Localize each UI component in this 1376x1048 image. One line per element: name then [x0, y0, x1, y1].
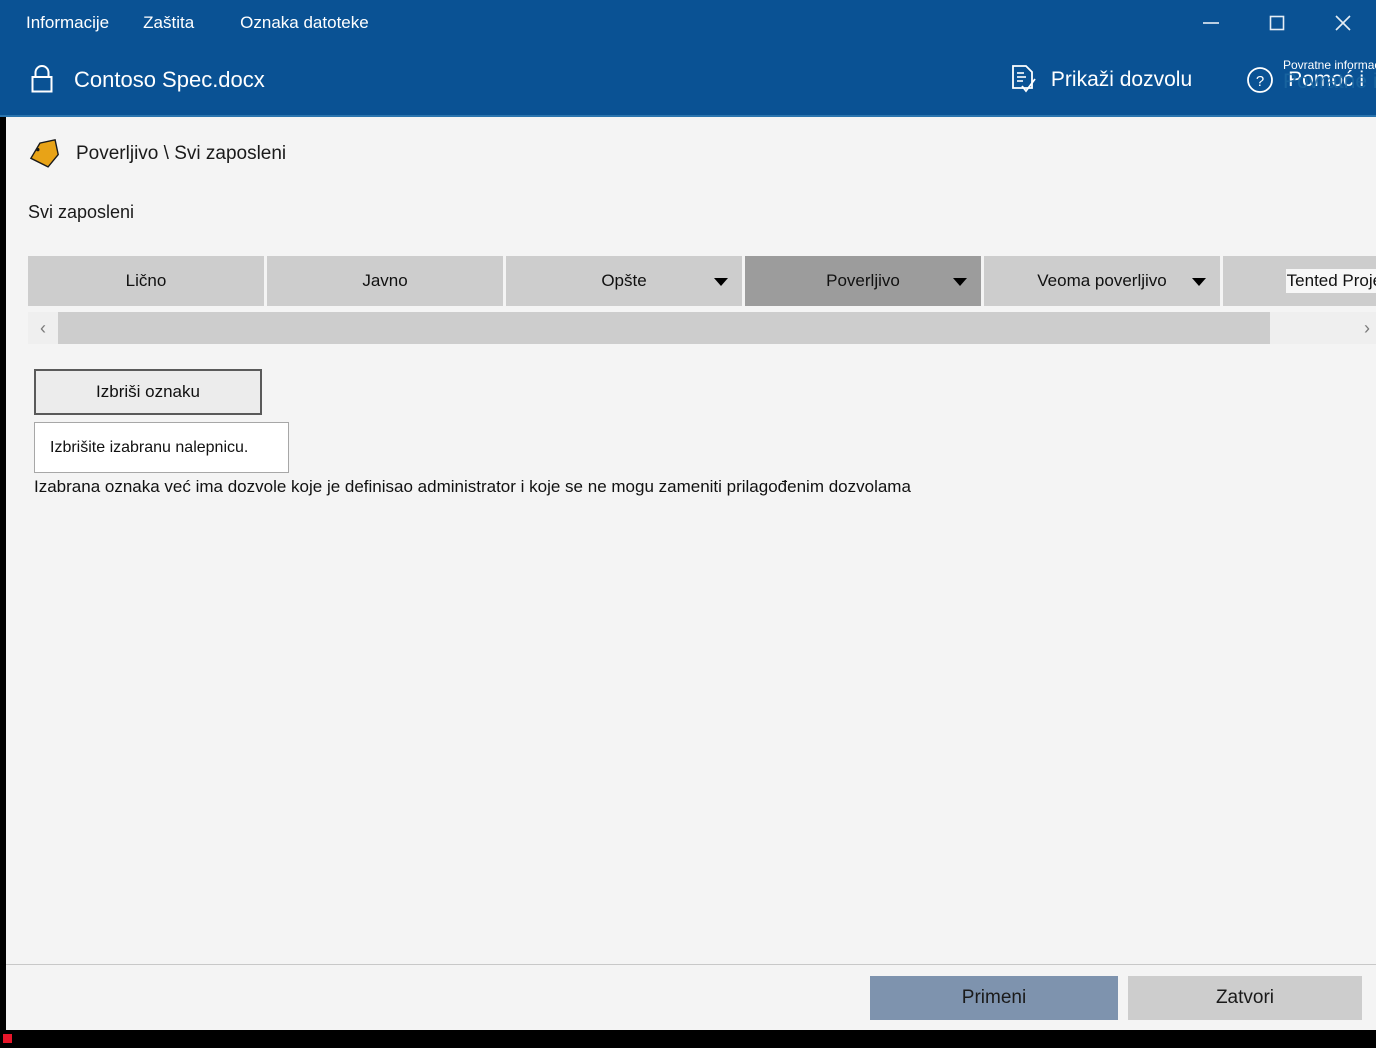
- sublabel-text: Svi zaposleni: [28, 202, 135, 222]
- close-button[interactable]: [1310, 0, 1376, 45]
- tab-opste[interactable]: Opšte: [506, 256, 742, 306]
- tab-veoma-poverljivo[interactable]: Veoma poverljivo: [984, 256, 1220, 306]
- scrollbar-thumb[interactable]: [58, 312, 1270, 344]
- current-label-row: Poverljivo \ Svi zaposleni: [28, 139, 286, 169]
- menu-bar: Informacije Zaštita Oznaka datoteke: [0, 0, 1180, 45]
- tab-tented-project[interactable]: Tented Project: [1223, 256, 1376, 306]
- tab-poverljivo[interactable]: Poverljivo: [745, 256, 981, 306]
- document-check-icon: [1005, 62, 1041, 98]
- tab-poverljivo-label: Poverljivo: [826, 271, 900, 290]
- tab-veoma-poverljivo-label: Veoma poverljivo: [1037, 271, 1167, 290]
- tag-icon: [28, 139, 62, 169]
- close-icon: [1331, 11, 1355, 35]
- permission-warning-text: Izabrana oznaka već ima dozvole koje je …: [34, 477, 911, 496]
- title-bar: Informacije Zaštita Oznaka datoteke Cont…: [0, 0, 1376, 117]
- menu-informacije[interactable]: Informacije: [16, 9, 119, 37]
- chevron-down-icon[interactable]: [714, 278, 728, 286]
- show-permission-label: Prikaži dozvolu: [1050, 68, 1193, 91]
- lock-icon: [22, 56, 62, 104]
- maximize-icon: [1266, 12, 1288, 34]
- chevron-left-icon[interactable]: ‹: [28, 312, 58, 344]
- current-label-path: Poverljivo \ Svi zaposleni: [76, 143, 287, 164]
- label-tab-strip: Lično Javno Opšte Poverljivo Veoma pover…: [28, 256, 1376, 306]
- svg-text:?: ?: [1256, 73, 1264, 90]
- minimize-button[interactable]: [1178, 0, 1244, 45]
- tab-licno-label: Lično: [125, 271, 167, 290]
- tab-tented-project-label: Tented Project: [1285, 269, 1376, 293]
- maximize-button[interactable]: [1244, 0, 1310, 45]
- delete-label-tooltip: Izbrišite izabranu nalepnicu.: [34, 422, 289, 473]
- tab-opste-label: Opšte: [601, 271, 647, 290]
- close-dialog-button[interactable]: Zatvori: [1128, 976, 1362, 1020]
- menu-zastita[interactable]: Zaštita: [133, 9, 204, 37]
- menu-oznaka-datoteke[interactable]: Oznaka datoteke: [230, 9, 379, 37]
- scrollbar-track[interactable]: [58, 312, 1352, 344]
- feedback-label[interactable]: Povratne informacije: [1283, 58, 1376, 72]
- application-window: Informacije Zaštita Oznaka datoteke Cont…: [0, 0, 1376, 1048]
- feedback-ghost-label: Povratne informacije: [1283, 70, 1376, 93]
- tab-scrollbar[interactable]: ‹ ›: [28, 312, 1376, 344]
- chevron-right-icon[interactable]: ›: [1352, 312, 1376, 344]
- apply-button[interactable]: Primeni: [870, 976, 1118, 1020]
- tab-licno[interactable]: Lično: [28, 256, 264, 306]
- tab-javno-label: Javno: [362, 271, 408, 290]
- document-title: Contoso Spec.docx: [74, 67, 265, 92]
- delete-label-button[interactable]: Izbriši oznaku: [34, 369, 262, 415]
- window-bottom-edge: [0, 1030, 1376, 1048]
- recording-indicator: [3, 1034, 12, 1043]
- main-content: Poverljivo \ Svi zaposleni Svi zaposleni…: [6, 117, 1376, 964]
- tab-javno[interactable]: Javno: [267, 256, 503, 306]
- minimize-icon: [1200, 12, 1222, 34]
- footer-bar: Primeni Zatvori: [6, 964, 1376, 1030]
- show-permission-button[interactable]: Prikaži dozvolu: [1005, 56, 1192, 104]
- chevron-down-icon[interactable]: [953, 278, 967, 286]
- chevron-down-icon[interactable]: [1192, 278, 1206, 286]
- window-controls: [1178, 0, 1376, 45]
- question-circle-icon: ?: [1242, 62, 1278, 98]
